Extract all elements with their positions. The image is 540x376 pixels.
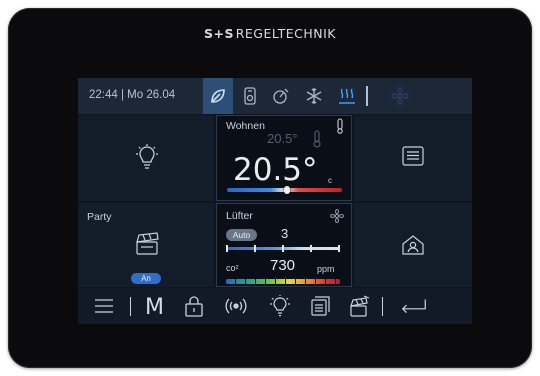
bottom-toolbar: M: [78, 288, 472, 324]
sensor-icon: [336, 118, 344, 139]
status-bar: 22:44 | Mo 26.04: [78, 78, 472, 114]
menu-icon[interactable]: [91, 294, 117, 318]
date-time: 22:44 | Mo 26.04: [89, 89, 176, 101]
back-icon[interactable]: [396, 294, 432, 318]
fan-icon[interactable]: [388, 84, 412, 108]
blinds-icon: [402, 146, 424, 171]
toolbar-divider: [382, 297, 383, 316]
tile-blinds[interactable]: [354, 115, 472, 201]
temperature-bar[interactable]: [227, 186, 342, 194]
tile-ventilation[interactable]: Lüfter Auto 3 co² 730 ppm: [216, 203, 352, 287]
thermometer-icon: [312, 130, 322, 153]
fan-bar-tick: [310, 245, 312, 252]
timer-icon[interactable]: [269, 84, 293, 108]
co2-value: 730: [270, 257, 296, 274]
touch-screen: 22:44 | Mo 26.04 Wohnen 20.5° 20.5° c Pa…: [78, 78, 472, 324]
ventilation-mode-badge[interactable]: Auto: [226, 229, 257, 241]
co2-scale-bar: [226, 279, 340, 284]
home-user-icon: [401, 234, 425, 261]
fan-bar-tick: [282, 245, 284, 252]
fan-bar-tick: [254, 245, 256, 252]
leaf-icon[interactable]: [203, 78, 233, 114]
tile-room-temperature[interactable]: Wohnen 20.5° 20.5° c: [216, 115, 352, 201]
status-divider: [366, 86, 368, 106]
co2-unit: ppm: [317, 264, 335, 274]
blinds-list-icon[interactable]: [307, 294, 333, 318]
device-frame: S+S REGELTECHNIK 22:44 | Mo 26.04 Wohnen…: [8, 8, 532, 368]
tile-party[interactable]: Party An: [78, 203, 214, 287]
party-status-badge[interactable]: An: [131, 273, 161, 284]
light-bulb-icon: [134, 143, 160, 176]
fan-level: 3: [281, 226, 289, 241]
lock-icon[interactable]: [181, 294, 207, 318]
temperature-unit: c: [328, 176, 332, 185]
co2-label: co²: [226, 263, 239, 273]
heating-icon[interactable]: [335, 84, 359, 108]
thermostat-icon[interactable]: [238, 84, 262, 108]
setpoint-value: 20.5°: [267, 131, 298, 146]
tile-home[interactable]: [354, 203, 472, 287]
fan-bar-tick: [338, 245, 340, 252]
snowflake-icon[interactable]: [302, 84, 326, 108]
ventilation-label: Lüfter: [226, 210, 253, 222]
room-title: Wohnen: [226, 120, 265, 132]
temperature-slider-knob[interactable]: [283, 186, 290, 194]
scene-icon[interactable]: [347, 294, 373, 318]
fan-bar-tick: [226, 245, 228, 252]
light-icon[interactable]: [267, 294, 293, 318]
room-temperature: 20.5°: [233, 152, 318, 188]
tile-grid: Wohnen 20.5° 20.5° c Party An Lüfter Aut…: [78, 115, 472, 287]
mode-m-button[interactable]: M: [145, 295, 164, 320]
party-label: Party: [87, 211, 112, 223]
fan-icon: [329, 208, 345, 229]
brand-logo: S+S REGELTECHNIK: [203, 26, 337, 41]
broadcast-icon[interactable]: [223, 294, 249, 318]
toolbar-divider: [130, 297, 131, 316]
fan-level-bar[interactable]: [226, 245, 340, 252]
tile-light[interactable]: [78, 115, 214, 201]
clapperboard-icon: [135, 232, 161, 261]
